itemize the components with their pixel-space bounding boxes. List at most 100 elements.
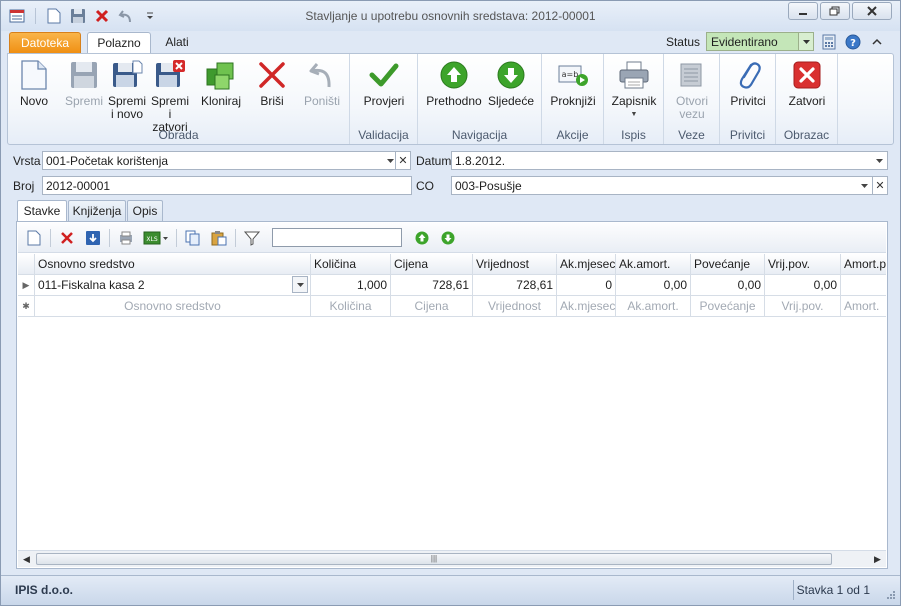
save-row-icon[interactable] bbox=[83, 228, 103, 248]
chevron-down-icon[interactable] bbox=[292, 276, 308, 293]
new-row[interactable]: ✱ Osnovno sredstvo Količina Cijena Vrije… bbox=[18, 296, 886, 317]
row-selector[interactable]: ▶ bbox=[18, 275, 35, 296]
datum-picker[interactable]: 1.8.2012. bbox=[451, 151, 888, 170]
calculator-icon[interactable] bbox=[820, 33, 838, 51]
statusbar-separator bbox=[793, 580, 794, 600]
tab-opis[interactable]: Opis bbox=[127, 200, 163, 222]
link-documents-icon bbox=[668, 57, 716, 93]
tab-knjizenja[interactable]: Knjiženja bbox=[68, 200, 126, 222]
chevron-down-icon[interactable] bbox=[857, 177, 872, 194]
window-controls bbox=[788, 2, 892, 20]
arrow-down-icon[interactable] bbox=[438, 228, 458, 248]
new-row-placeholder[interactable]: Osnovno sredstvo bbox=[35, 296, 311, 317]
new-row-placeholder[interactable]: Ak.amort. bbox=[616, 296, 691, 317]
new-row-placeholder[interactable]: Ak.mjeseci bbox=[557, 296, 616, 317]
tab-datoteka[interactable]: Datoteka bbox=[9, 32, 81, 53]
cijena-cell[interactable]: 728,61 bbox=[391, 275, 473, 296]
spremi-button[interactable]: Spremi bbox=[62, 57, 106, 108]
zatvori-button[interactable]: Zatvori bbox=[782, 57, 832, 108]
amort-po-cell[interactable] bbox=[841, 275, 886, 296]
datum-label: Datum bbox=[416, 154, 452, 168]
ak-amort-cell[interactable]: 0,00 bbox=[616, 275, 691, 296]
vrij-pov-cell[interactable]: 0,00 bbox=[765, 275, 841, 296]
chevron-down-icon[interactable] bbox=[872, 152, 887, 169]
ribbon-group-ispis: Zapisnik ▼ Ispis bbox=[604, 54, 664, 144]
proknjizi-button[interactable]: a=b Proknjiži bbox=[548, 57, 598, 108]
svg-text:XLS: XLS bbox=[146, 236, 157, 243]
grid-toolbar: XLS bbox=[18, 223, 886, 253]
column-header[interactable]: Cijena bbox=[391, 254, 473, 275]
column-header[interactable]: Vrij.pov. bbox=[765, 254, 841, 275]
paste-icon[interactable] bbox=[209, 228, 229, 248]
post-document-icon: a=b bbox=[548, 57, 598, 93]
table-row[interactable]: ▶ 011-Fiskalna kasa 2 1,000 728,61 728,6… bbox=[18, 275, 886, 296]
otvori-vezu-button[interactable]: Otvori vezu bbox=[668, 57, 716, 121]
copy-icon[interactable] bbox=[183, 228, 203, 248]
column-header[interactable]: Ak.amort. bbox=[616, 254, 691, 275]
brisi-button[interactable]: Briši bbox=[252, 57, 292, 108]
column-header[interactable]: Ak.mjeseci bbox=[557, 254, 616, 275]
kolicina-cell[interactable]: 1,000 bbox=[311, 275, 391, 296]
ak-mjeseci-cell[interactable]: 0 bbox=[557, 275, 616, 296]
vrsta-clear-button[interactable]: ✕ bbox=[395, 151, 411, 170]
scrollbar-thumb[interactable]: ||| bbox=[36, 553, 832, 565]
new-row-placeholder[interactable]: Vrij.pov. bbox=[765, 296, 841, 317]
kloniraj-button[interactable]: Kloniraj bbox=[200, 57, 242, 108]
new-document-icon bbox=[14, 57, 54, 93]
spremi-i-novo-button[interactable]: Spremi i novo bbox=[106, 57, 148, 121]
tab-stavke[interactable]: Stavke bbox=[17, 200, 67, 223]
sljedece-button[interactable]: Sljedeće bbox=[484, 57, 538, 108]
new-row-icon[interactable] bbox=[24, 228, 44, 248]
new-row-placeholder[interactable]: Amort. bbox=[841, 296, 886, 317]
column-header[interactable]: Povećanje bbox=[691, 254, 765, 275]
column-header[interactable]: Amort.po bbox=[841, 254, 886, 275]
tab-alati[interactable]: Alati bbox=[157, 32, 197, 53]
new-row-placeholder[interactable]: Vrijednost bbox=[473, 296, 557, 317]
print-icon[interactable] bbox=[116, 228, 136, 248]
vrijednost-cell[interactable]: 728,61 bbox=[473, 275, 557, 296]
collapse-ribbon-icon[interactable] bbox=[868, 33, 886, 51]
vrsta-combo[interactable]: 001-Početak korištenja bbox=[42, 151, 399, 170]
vrsta-label: Vrsta bbox=[13, 154, 41, 168]
new-row-placeholder[interactable]: Količina bbox=[311, 296, 391, 317]
new-row-placeholder[interactable]: Cijena bbox=[391, 296, 473, 317]
status-combo[interactable]: Evidentirano bbox=[706, 32, 814, 51]
column-header[interactable]: Osnovno sredstvo bbox=[35, 254, 311, 275]
co-combo[interactable]: 003-Posušje bbox=[451, 176, 873, 195]
minimize-button[interactable] bbox=[788, 2, 818, 20]
novo-button[interactable]: Novo bbox=[14, 57, 54, 108]
broj-input[interactable]: 2012-00001 bbox=[42, 176, 412, 195]
zapisnik-button[interactable]: Zapisnik ▼ bbox=[608, 57, 660, 121]
tab-polazno[interactable]: Polazno bbox=[87, 32, 151, 53]
ribbon-group-akcije: a=b Proknjiži Akcije bbox=[542, 54, 604, 144]
new-row-placeholder[interactable]: Povećanje bbox=[691, 296, 765, 317]
new-row-selector[interactable]: ✱ bbox=[18, 296, 35, 317]
scroll-left-icon[interactable]: ◀ bbox=[18, 551, 35, 567]
co-clear-button[interactable]: ✕ bbox=[872, 176, 888, 195]
ponisti-button[interactable]: Poništi bbox=[300, 57, 344, 108]
chevron-down-icon[interactable] bbox=[798, 33, 813, 50]
spremi-i-zatvori-button[interactable]: Spremi i zatvori bbox=[150, 57, 190, 134]
resize-grip-icon[interactable] bbox=[884, 590, 896, 602]
column-header[interactable]: Količina bbox=[311, 254, 391, 275]
horizontal-scrollbar[interactable]: ◀ ||| ▶ bbox=[18, 550, 886, 567]
scroll-right-icon[interactable]: ▶ bbox=[869, 551, 886, 567]
status-bar: IPIS d.o.o. Stavka 1 od 1 bbox=[1, 575, 900, 605]
maximize-button[interactable] bbox=[820, 2, 850, 20]
window-title: Stavljanje u upotrebu osnovnih sredstava… bbox=[305, 9, 596, 23]
provjeri-button[interactable]: Provjeri bbox=[360, 57, 408, 108]
osnovno-sredstvo-cell[interactable]: 011-Fiskalna kasa 2 bbox=[35, 275, 311, 296]
prethodno-button[interactable]: Prethodno bbox=[424, 57, 484, 108]
export-excel-icon[interactable]: XLS bbox=[142, 228, 170, 248]
povecanje-cell[interactable]: 0,00 bbox=[691, 275, 765, 296]
delete-row-icon[interactable] bbox=[57, 228, 77, 248]
filter-icon[interactable] bbox=[242, 228, 262, 248]
column-header[interactable]: Vrijednost bbox=[473, 254, 557, 275]
help-icon[interactable]: ? bbox=[844, 33, 862, 51]
stavke-panel: XLS Osnovno sredstvo Količina Cijena Vri… bbox=[16, 221, 888, 569]
close-window-button[interactable] bbox=[852, 2, 892, 20]
privitci-button[interactable]: Privitci bbox=[724, 57, 772, 108]
arrow-up-icon[interactable] bbox=[412, 228, 432, 248]
status-value: Evidentirano bbox=[711, 35, 778, 49]
filter-input[interactable] bbox=[272, 228, 402, 247]
